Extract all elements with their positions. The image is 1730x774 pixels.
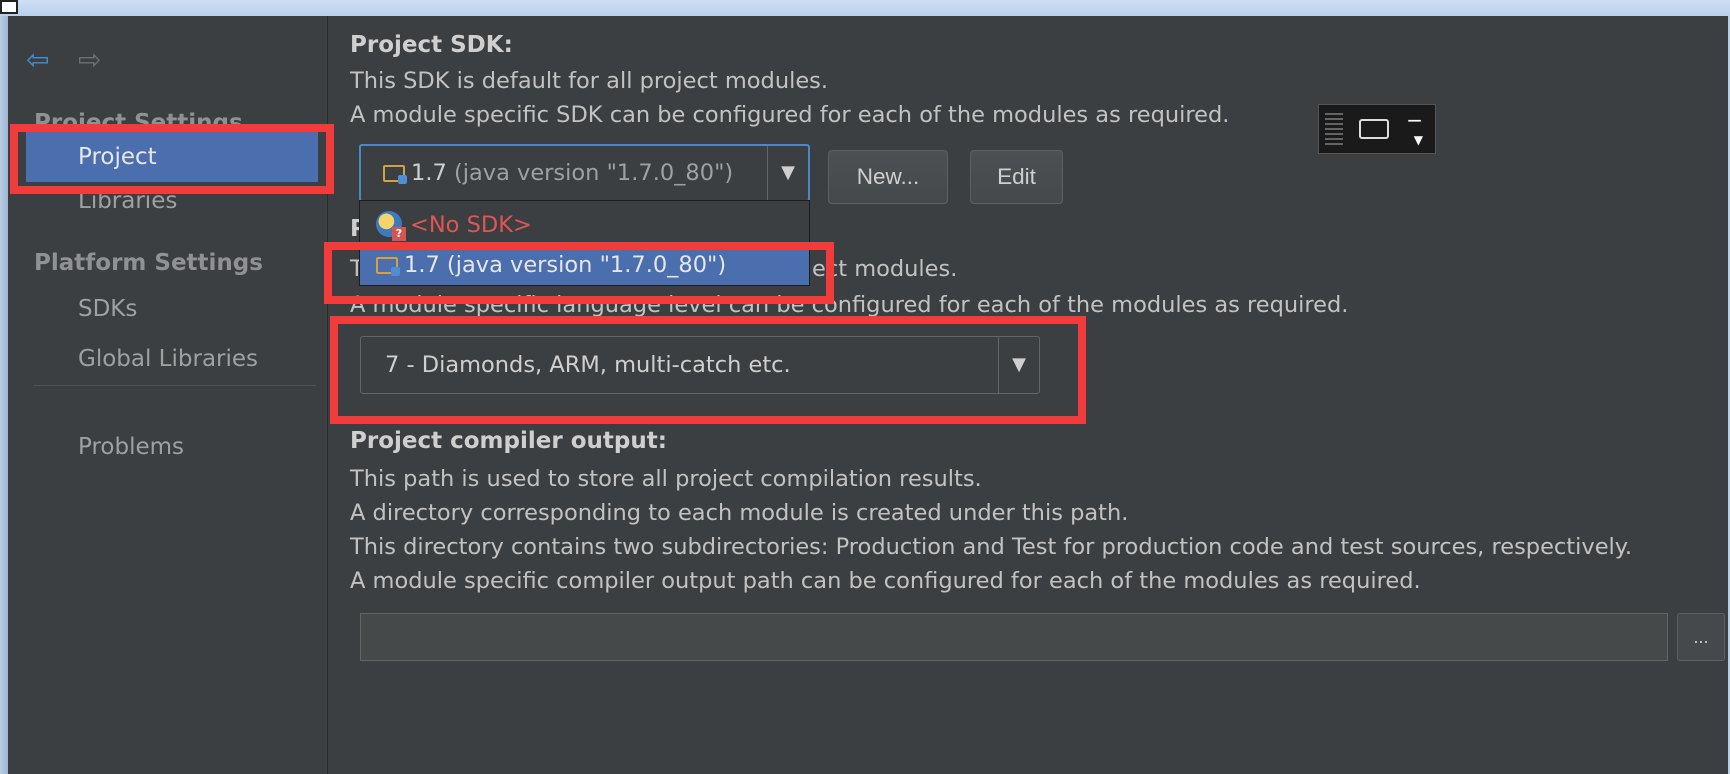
- sidebar-item-problems[interactable]: Problems: [26, 422, 318, 472]
- window-app-icon: [0, 0, 18, 14]
- compiler-output-desc-2: A directory corresponding to each module…: [350, 500, 1129, 526]
- project-sdk-heading: Project SDK:: [350, 32, 513, 58]
- language-level-select[interactable]: 7 - Diamonds, ARM, multi-catch etc. ▼: [360, 336, 1040, 394]
- project-sdk-selected-value: 1.7 (java version "1.7.0_80"): [383, 146, 733, 200]
- settings-sidebar: ⇦ ⇨ Project Settings Project Libraries P…: [8, 16, 328, 774]
- arrow-left-icon[interactable]: ⇦: [26, 46, 49, 74]
- language-level-selected-value: 7 - Diamonds, ARM, multi-catch etc.: [385, 352, 791, 378]
- chevron-down-icon[interactable]: ▼: [767, 146, 808, 200]
- project-sdk-select[interactable]: 1.7 (java version "1.7.0_80") ▼: [359, 144, 810, 202]
- compiler-output-desc-3: This directory contains two subdirectori…: [350, 534, 1633, 560]
- minimize-icon[interactable]: −: [1406, 110, 1423, 130]
- platform-settings-title: Platform Settings: [34, 250, 263, 276]
- compiler-output-desc-4: A module specific compiler output path c…: [350, 568, 1421, 594]
- compiler-output-heading: Project compiler output:: [350, 428, 667, 454]
- browse-button[interactable]: ...: [1677, 613, 1725, 661]
- chevron-down-icon[interactable]: ▼: [1414, 133, 1423, 147]
- sidebar-item-libraries[interactable]: Libraries: [26, 176, 318, 226]
- browse-button-label: ...: [1693, 627, 1709, 647]
- folder-jdk-icon: [383, 165, 407, 184]
- folder-jdk-icon: [376, 257, 400, 276]
- window-titlebar: [0, 0, 1730, 16]
- arrow-right-icon[interactable]: ⇨: [78, 46, 101, 74]
- input-method-toolbar[interactable]: − ▼: [1318, 104, 1436, 154]
- new-sdk-button[interactable]: New...: [828, 150, 948, 204]
- keyboard-icon[interactable]: [1359, 119, 1389, 139]
- sdk-version-label: 1.7: [411, 160, 447, 186]
- edit-sdk-button[interactable]: Edit: [970, 150, 1063, 204]
- language-level-desc-2: A module specific language level can be …: [350, 292, 1349, 318]
- sidebar-divider: [34, 385, 316, 386]
- new-sdk-button-label: New...: [856, 164, 920, 189]
- language-level-desc-1: ect modules.: [812, 256, 958, 282]
- edit-sdk-button-label: Edit: [997, 164, 1036, 189]
- jdk-option-label: 1.7 (java version "1.7.0_80"): [404, 252, 727, 278]
- sidebar-item-sdks[interactable]: SDKs: [26, 284, 318, 334]
- compiler-output-path-input[interactable]: [360, 613, 1668, 661]
- dropdown-option-no-sdk[interactable]: ? <No SDK>: [360, 205, 809, 245]
- window-frame-left: [0, 16, 8, 774]
- project-sdk-desc-2: A module specific SDK can be configured …: [350, 102, 1230, 128]
- sidebar-item-project[interactable]: Project: [26, 132, 318, 182]
- no-sdk-icon: ?: [376, 211, 406, 241]
- compiler-output-desc-1: This path is used to store all project c…: [350, 466, 982, 492]
- drag-handle-icon[interactable]: [1325, 111, 1343, 145]
- dropdown-option-jdk-17[interactable]: 1.7 (java version "1.7.0_80"): [360, 245, 809, 285]
- sdk-detail-label: (java version "1.7.0_80"): [453, 160, 734, 186]
- sdk-dropdown-list: ? <No SDK> 1.7 (java version "1.7.0_80"): [359, 200, 810, 286]
- project-sdk-desc-1: This SDK is default for all project modu…: [350, 68, 829, 94]
- no-sdk-label: <No SDK>: [410, 212, 532, 238]
- sidebar-item-global-libraries[interactable]: Global Libraries: [26, 334, 318, 384]
- chevron-down-icon[interactable]: ▼: [998, 337, 1039, 393]
